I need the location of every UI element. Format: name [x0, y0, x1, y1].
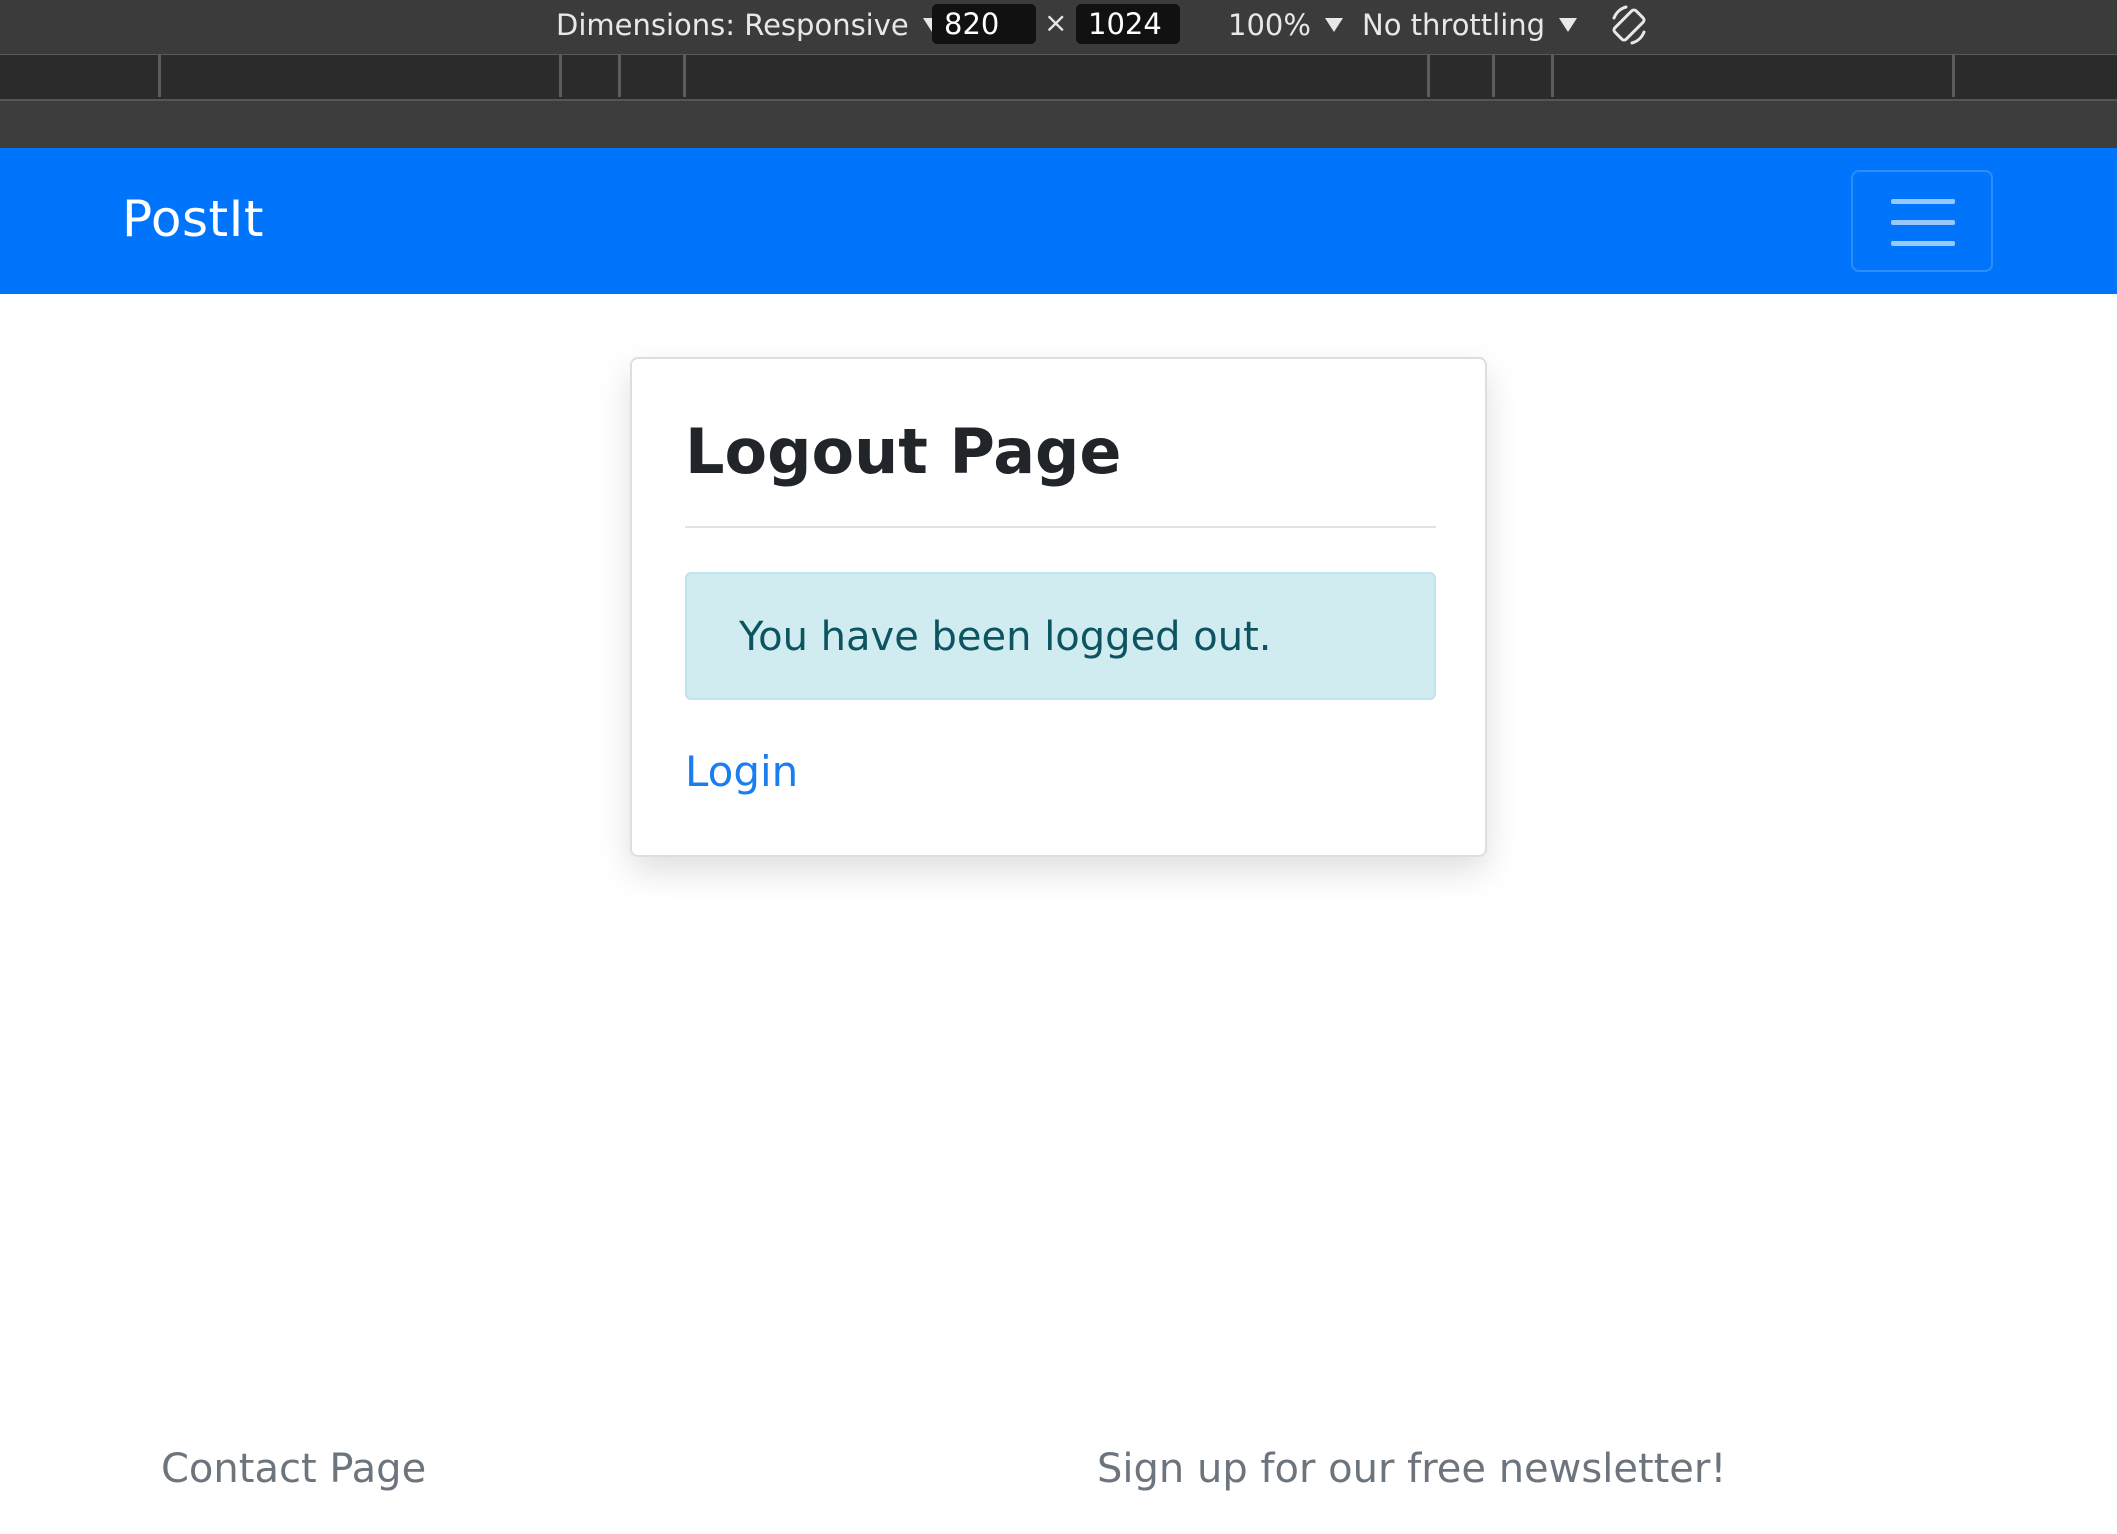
title-divider [685, 526, 1436, 528]
brand-link[interactable]: PostIt [122, 190, 264, 248]
hamburger-menu-icon [1891, 241, 1955, 246]
ruler-tick [683, 55, 686, 97]
hamburger-menu-icon [1891, 220, 1955, 225]
ruler-tick [1551, 55, 1554, 97]
ruler-tick [559, 55, 562, 97]
dimensions-label: Dimensions: Responsive [556, 8, 909, 42]
zoom-dropdown[interactable]: 100% [1228, 0, 1343, 50]
navbar-toggler-button[interactable] [1851, 170, 1993, 272]
throttling-dropdown[interactable]: No throttling [1362, 0, 1578, 50]
contact-page-link[interactable]: Contact Page [161, 1446, 426, 1492]
caret-down-icon [1559, 18, 1578, 32]
height-input[interactable]: 1024 [1076, 4, 1180, 44]
devtools-device-toolbar: Dimensions: Responsive 820 × 1024 100% N… [0, 0, 2117, 55]
newsletter-link[interactable]: Sign up for our free newsletter! [1097, 1446, 1726, 1492]
responsive-ruler [0, 55, 2117, 101]
ruler-tick [618, 55, 621, 97]
width-input[interactable]: 820 [932, 4, 1036, 44]
caret-down-icon [1324, 18, 1343, 32]
ruler-tick [1952, 55, 1955, 97]
times-separator: × [1044, 6, 1068, 39]
page-title: Logout Page [685, 415, 1122, 488]
logout-card: Logout Page You have been logged out. Lo… [630, 357, 1487, 857]
devtools-strip [0, 101, 2117, 148]
zoom-label: 100% [1228, 8, 1311, 42]
hamburger-menu-icon [1891, 199, 1955, 204]
navbar: PostIt [0, 148, 2117, 294]
logout-alert: You have been logged out. [685, 572, 1436, 700]
ruler-tick [158, 55, 161, 97]
throttling-label: No throttling [1362, 8, 1546, 42]
ruler-tick [1492, 55, 1495, 97]
ruler-tick [1427, 55, 1430, 97]
login-link[interactable]: Login [685, 747, 798, 796]
alert-message: You have been logged out. [739, 614, 1272, 660]
rotate-device-icon[interactable] [1606, 2, 1652, 48]
dimensions-dropdown[interactable]: Dimensions: Responsive [556, 0, 941, 50]
